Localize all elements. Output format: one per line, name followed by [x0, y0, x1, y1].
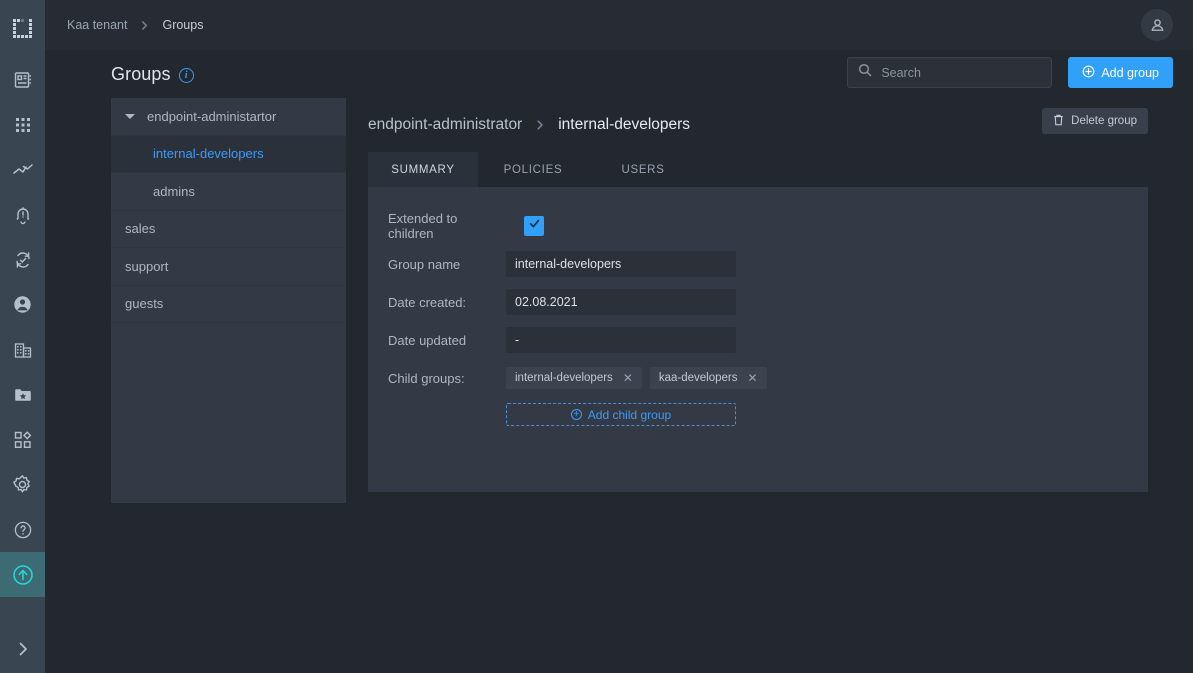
- rail-item-help-question-icon[interactable]: [0, 507, 45, 552]
- child-groups-label: Child groups:: [388, 370, 465, 386]
- chevron-down-icon[interactable]: [125, 113, 135, 119]
- row-group-name: Group name internal-developers: [388, 251, 1148, 277]
- delete-group-label: Delete group: [1071, 115, 1137, 127]
- delete-group-button[interactable]: Delete group: [1042, 108, 1148, 134]
- chip-label: internal-developers: [515, 372, 613, 384]
- top-bar: Kaa tenant Groups: [45, 0, 1193, 50]
- rail-item-arrow-up-circle-icon[interactable]: [0, 552, 45, 597]
- tree-item-label: endpoint-administartor: [147, 108, 277, 124]
- date-updated-input[interactable]: -: [506, 327, 736, 353]
- child-groups-chip-list: internal-developers ✕ kaa-developers ✕: [506, 367, 767, 389]
- row-extended-to-children: Extended to children: [388, 211, 1148, 241]
- tree-item-label: support: [125, 258, 169, 274]
- tree-item-label: internal-developers: [153, 146, 264, 162]
- close-icon[interactable]: ✕: [748, 371, 758, 385]
- close-icon[interactable]: ✕: [623, 371, 633, 385]
- rail-item-list: [0, 57, 45, 597]
- tree-item-sales[interactable]: sales: [111, 211, 346, 248]
- tab-users[interactable]: USERS: [588, 152, 698, 187]
- rail-item-user-circle-icon[interactable]: [0, 282, 45, 327]
- main-area: Kaa tenant Groups Groups i Search Add gr…: [45, 0, 1193, 673]
- group-breadcrumb-chevron-right-icon: [534, 119, 546, 131]
- search-input[interactable]: Search: [847, 57, 1053, 88]
- group-breadcrumb: endpoint-administrator internal-develope…: [368, 98, 1148, 152]
- tree-item-admins[interactable]: admins: [111, 173, 346, 211]
- trash-icon: [1053, 114, 1064, 129]
- kaa-logo-icon[interactable]: [0, 0, 45, 57]
- search-icon: [858, 63, 872, 82]
- add-group-button[interactable]: Add group: [1068, 57, 1173, 88]
- chip-internal-developers[interactable]: internal-developers ✕: [506, 367, 642, 389]
- group-name-label: Group name: [388, 256, 461, 272]
- breadcrumb-tenant[interactable]: Kaa tenant: [67, 18, 127, 32]
- date-created-input[interactable]: 02.08.2021: [506, 289, 736, 315]
- rail-item-alert-bell-icon[interactable]: [0, 192, 45, 237]
- rail-item-folder-star-icon[interactable]: [0, 372, 45, 417]
- rail-item-building-icon[interactable]: [0, 327, 45, 372]
- app-root: Kaa tenant Groups Groups i Search Add gr…: [0, 0, 1193, 673]
- search-placeholder: Search: [881, 65, 921, 80]
- breadcrumb-groups[interactable]: Groups: [162, 18, 203, 32]
- chip-label: kaa-developers: [658, 372, 738, 384]
- group-detail-panel: endpoint-administrator internal-develope…: [346, 98, 1193, 503]
- row-child-groups: Child groups: internal-developers ✕ kaa-…: [388, 365, 1148, 391]
- rail-item-dashboard-widgets-icon[interactable]: [0, 417, 45, 462]
- tree-item-label: admins: [153, 183, 195, 199]
- header-actions: Search Add group: [847, 57, 1173, 88]
- check-icon: [528, 217, 541, 235]
- date-updated-label: Date updated: [388, 332, 467, 348]
- chip-kaa-developers[interactable]: kaa-developers ✕: [649, 367, 767, 389]
- group-breadcrumb-current: internal-developers: [558, 116, 691, 133]
- tree-item-label: sales: [125, 221, 156, 237]
- rail-expand-chevron-right-icon[interactable]: [0, 625, 45, 673]
- tab-policies[interactable]: POLICIES: [478, 152, 588, 187]
- tab-summary[interactable]: SUMMARY: [368, 152, 478, 187]
- group-breadcrumb-parent[interactable]: endpoint-administrator: [368, 116, 522, 134]
- date-created-label: Date created:: [388, 294, 467, 310]
- summary-form-panel: Extended to children Group name internal…: [368, 187, 1148, 492]
- add-group-label: Add group: [1101, 65, 1159, 80]
- tree-item-guests[interactable]: guests: [111, 286, 346, 323]
- info-icon[interactable]: i: [178, 67, 194, 83]
- account-avatar-icon[interactable]: [1141, 9, 1173, 41]
- rail-item-gear-settings-icon[interactable]: [0, 462, 45, 507]
- detail-tabs: SUMMARY POLICIES USERS: [368, 152, 1148, 187]
- page-title: Groups: [111, 63, 171, 84]
- plus-circle-icon: [1082, 65, 1095, 81]
- left-nav-rail: [0, 0, 45, 673]
- rail-item-device-book-icon[interactable]: [0, 57, 45, 102]
- breadcrumb-chevron-right-icon: [139, 20, 150, 31]
- tree-item-support[interactable]: support: [111, 248, 346, 286]
- group-tree-panel: endpoint-administartor internal-develope…: [111, 98, 346, 503]
- page-header: Groups i Search Add group: [45, 50, 1193, 98]
- body-wrapper: endpoint-administartor internal-develope…: [45, 98, 1193, 503]
- add-child-group-button[interactable]: + Add child group: [506, 403, 736, 426]
- extended-to-children-label: Extended to children: [388, 211, 458, 241]
- rail-item-grid-apps-icon[interactable]: [0, 102, 45, 147]
- group-name-input[interactable]: internal-developers: [506, 251, 736, 277]
- rail-item-analytics-chart-icon[interactable]: [0, 147, 45, 192]
- row-date-created: Date created: 02.08.2021: [388, 289, 1148, 315]
- plus-circle-icon: +: [570, 409, 582, 420]
- rail-item-sync-check-icon[interactable]: [0, 237, 45, 282]
- extended-to-children-checkbox[interactable]: [524, 216, 544, 236]
- add-child-group-label: Add child group: [587, 407, 672, 422]
- tree-item-endpoint-administartor[interactable]: endpoint-administartor: [111, 98, 346, 136]
- tree-item-internal-developers[interactable]: internal-developers: [111, 135, 346, 173]
- row-date-updated: Date updated -: [388, 327, 1148, 353]
- tree-item-label: guests: [125, 296, 164, 312]
